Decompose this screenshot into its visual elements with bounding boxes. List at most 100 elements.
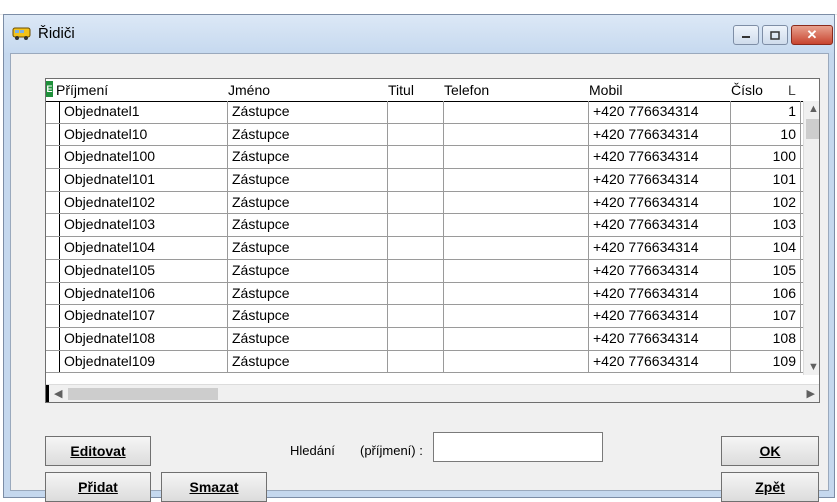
cell-titul[interactable] (388, 350, 444, 373)
scroll-left-icon[interactable]: ◀ (54, 387, 62, 400)
cell-mobil[interactable]: +420 776634314 (589, 214, 731, 237)
cell-jmeno[interactable]: Zástupce (228, 282, 388, 305)
cell-mobil[interactable]: +420 776634314 (589, 146, 731, 169)
row-indicator[interactable] (46, 214, 60, 237)
cell-prijmeni[interactable]: Objednatel102 (60, 191, 228, 214)
cell-mobil[interactable]: +420 776634314 (589, 237, 731, 259)
cell-titul[interactable] (388, 123, 444, 146)
table-row[interactable]: Objednatel103 Zástupce +420 776634314 103 (46, 214, 803, 238)
cell-prijmeni[interactable]: Objednatel104 (60, 237, 228, 259)
cell-jmeno[interactable]: Zástupce (228, 237, 388, 259)
table-row[interactable]: Objednatel101 Zástupce +420 776634314 101 (46, 169, 803, 192)
row-indicator[interactable] (46, 123, 60, 146)
row-indicator[interactable] (46, 327, 60, 350)
table-row[interactable]: Objednatel100 Zástupce +420 776634314 100 (46, 146, 803, 170)
cell-prijmeni[interactable]: Objednatel108 (60, 327, 228, 350)
ok-button[interactable]: OK (721, 436, 819, 466)
cell-titul[interactable] (388, 214, 444, 237)
add-button[interactable]: Přidat (45, 472, 151, 502)
row-indicator[interactable] (46, 282, 60, 305)
row-indicator[interactable] (46, 101, 60, 123)
cell-titul[interactable] (388, 146, 444, 169)
cell-telefon[interactable] (444, 214, 589, 237)
cell-jmeno[interactable]: Zástupce (228, 305, 388, 327)
row-indicator[interactable] (46, 169, 60, 191)
cell-telefon[interactable] (444, 237, 589, 259)
cell-jmeno[interactable]: Zástupce (228, 101, 388, 123)
cell-prijmeni[interactable]: Objednatel109 (60, 350, 228, 373)
cell-jmeno[interactable]: Zástupce (228, 327, 388, 350)
cell-telefon[interactable] (444, 123, 589, 146)
column-header-titul[interactable]: Titul (388, 82, 414, 98)
minimize-button[interactable] (733, 25, 759, 45)
column-header-telefon[interactable]: Telefon (444, 82, 489, 98)
close-button[interactable]: ✕ (791, 25, 833, 45)
cell-cislo[interactable]: 103 (731, 214, 801, 237)
row-indicator[interactable] (46, 237, 60, 259)
cell-titul[interactable] (388, 282, 444, 305)
search-input[interactable] (433, 432, 603, 462)
cell-cislo[interactable]: 102 (731, 191, 801, 214)
edit-button[interactable]: Editovat (45, 436, 151, 466)
table-row[interactable]: Objednatel107 Zástupce +420 776634314 107 (46, 305, 803, 328)
cell-prijmeni[interactable]: Objednatel107 (60, 305, 228, 327)
cell-cislo[interactable]: 106 (731, 282, 801, 305)
cell-prijmeni[interactable]: Objednatel10 (60, 123, 228, 146)
cell-prijmeni[interactable]: Objednatel103 (60, 214, 228, 237)
row-indicator[interactable] (46, 350, 60, 373)
cell-jmeno[interactable]: Zástupce (228, 146, 388, 169)
cell-jmeno[interactable]: Zástupce (228, 191, 388, 214)
cell-cislo[interactable]: 10 (731, 123, 801, 146)
column-header-extra[interactable]: L (788, 82, 796, 98)
column-header-cislo[interactable]: Číslo (731, 82, 763, 98)
table-row[interactable]: Objednatel109 Zástupce +420 776634314 109 (46, 350, 803, 374)
cell-telefon[interactable] (444, 191, 589, 214)
vertical-scroll-thumb[interactable] (806, 119, 819, 139)
cell-telefon[interactable] (444, 101, 589, 123)
cell-mobil[interactable]: +420 776634314 (589, 350, 731, 373)
table-row[interactable]: Objednatel1 Zástupce +420 776634314 1 (46, 101, 803, 124)
cell-mobil[interactable]: +420 776634314 (589, 305, 731, 327)
cell-jmeno[interactable]: Zástupce (228, 169, 388, 191)
cell-titul[interactable] (388, 169, 444, 191)
table-row[interactable]: Objednatel105 Zástupce +420 776634314 105 (46, 259, 803, 283)
row-indicator[interactable] (46, 191, 60, 214)
cell-jmeno[interactable]: Zástupce (228, 350, 388, 373)
table-row[interactable]: Objednatel10 Zástupce +420 776634314 10 (46, 123, 803, 147)
cell-cislo[interactable]: 107 (731, 305, 801, 327)
horizontal-scrollbar[interactable]: ◀ ▶ (46, 384, 819, 402)
cell-prijmeni[interactable]: Objednatel105 (60, 259, 228, 282)
table-row[interactable]: Objednatel104 Zástupce +420 776634314 104 (46, 237, 803, 260)
cell-telefon[interactable] (444, 305, 589, 327)
cell-jmeno[interactable]: Zástupce (228, 214, 388, 237)
cell-telefon[interactable] (444, 282, 589, 305)
cell-mobil[interactable]: +420 776634314 (589, 191, 731, 214)
table-row[interactable]: Objednatel108 Zástupce +420 776634314 108 (46, 327, 803, 351)
table-row[interactable]: Objednatel106 Zástupce +420 776634314 106 (46, 282, 803, 306)
cell-mobil[interactable]: +420 776634314 (589, 327, 731, 350)
row-indicator[interactable] (46, 305, 60, 327)
row-indicator[interactable] (46, 146, 60, 169)
cell-telefon[interactable] (444, 350, 589, 373)
cell-cislo[interactable]: 109 (731, 350, 801, 373)
cell-mobil[interactable]: +420 776634314 (589, 259, 731, 282)
cell-mobil[interactable]: +420 776634314 (589, 123, 731, 146)
drivers-grid[interactable]: E Příjmení Jméno Titul Telefon Mobil Čís… (45, 78, 820, 403)
cell-telefon[interactable] (444, 259, 589, 282)
cell-cislo[interactable]: 101 (731, 169, 801, 191)
cell-titul[interactable] (388, 327, 444, 350)
cell-mobil[interactable]: +420 776634314 (589, 282, 731, 305)
cell-telefon[interactable] (444, 169, 589, 191)
cell-titul[interactable] (388, 101, 444, 123)
cell-prijmeni[interactable]: Objednatel100 (60, 146, 228, 169)
cell-mobil[interactable]: +420 776634314 (589, 169, 731, 191)
cell-cislo[interactable]: 104 (731, 237, 801, 259)
column-header-prijmeni[interactable]: Příjmení (56, 82, 108, 98)
scroll-right-icon[interactable]: ▶ (807, 387, 815, 400)
row-indicator[interactable] (46, 259, 60, 282)
cell-prijmeni[interactable]: Objednatel101 (60, 169, 228, 191)
cell-cislo[interactable]: 1 (731, 101, 801, 123)
cell-titul[interactable] (388, 237, 444, 259)
column-header-jmeno[interactable]: Jméno (228, 82, 270, 98)
scroll-up-icon[interactable]: ▲ (808, 103, 819, 115)
